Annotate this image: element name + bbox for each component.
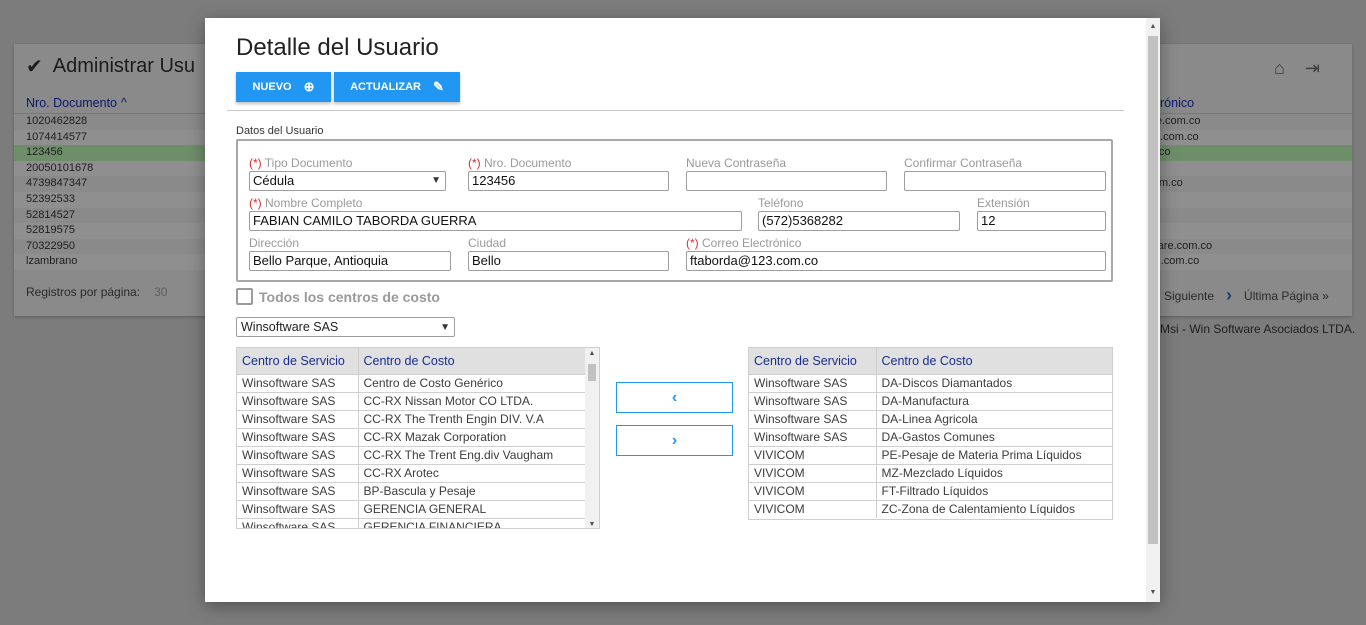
home-icon[interactable]: ⌂ <box>1274 58 1285 79</box>
table-row[interactable]: Winsoftware SAS CC-RX Nissan Motor CO LTD… <box>237 391 588 410</box>
doc-type-select[interactable]: Cédula ▼ <box>249 171 446 191</box>
table-row[interactable]: VIVICOM PE-Pesaje de Materia Prima Líquid… <box>749 445 1112 464</box>
available-cost-centers-table: Centro de Servicio Centro de Costo Winso… <box>236 347 600 529</box>
section-label-user-data: Datos del Usuario <box>236 125 324 137</box>
table-row[interactable]: Winsoftware SAS CC-RX Mazak Corporation <box>237 427 588 446</box>
last-page-link[interactable]: Última Página » <box>1244 289 1329 303</box>
all-cost-centers-label: Todos los centros de costo <box>259 288 440 305</box>
modal-divider <box>227 110 1124 111</box>
doc-number-label: (*) Nro. Documento <box>468 156 572 170</box>
table-row[interactable]: VIVICOM ZC-Zona de Calentamiento Líquidos <box>749 499 1112 518</box>
chevron-down-icon: ▼ <box>440 321 450 333</box>
scroll-thumb[interactable] <box>588 364 596 381</box>
table-row[interactable]: Winsoftware SAS DA-Manufactura <box>749 391 1112 410</box>
table-row[interactable]: Winsoftware SAS GERENCIA FINANCIERA <box>237 517 588 528</box>
col-header-costo[interactable]: Centro de Costo <box>358 348 588 374</box>
address-label: Dirección <box>249 236 300 250</box>
next-page-link[interactable]: Siguiente <box>1164 289 1214 303</box>
col-header-servicio[interactable]: Centro de Servicio <box>749 348 877 374</box>
assigned-cost-centers-table: Centro de Servicio Centro de Costo Winso… <box>748 347 1113 520</box>
user-data-fieldset: (*) Tipo Documento Cédula ▼ (*) Nro. Docu… <box>236 139 1113 282</box>
table-row[interactable]: Winsoftware SAS CC-RX The Trent Eng.div V… <box>237 445 588 464</box>
background-col-header-correo[interactable]: rónico <box>1160 92 1194 114</box>
background-page-size: Registros por página: 30 <box>26 285 167 299</box>
circle-arrow-icon: ⊕ <box>303 79 315 94</box>
copyright-text: Msi - Win Software Asociados LTDA. <box>1160 322 1356 336</box>
scroll-up-icon[interactable]: ▲ <box>1146 20 1160 34</box>
modal-title: Detalle del Usuario <box>236 34 439 61</box>
exit-icon[interactable]: ⇥ <box>1305 58 1320 79</box>
doc-number-field[interactable]: 123456 <box>468 171 669 191</box>
table-row[interactable]: Winsoftware SAS CC-RX The Trenth Engin DI… <box>237 409 588 428</box>
table-row[interactable]: Winsoftware SAS GERENCIA GENERAL <box>237 499 588 518</box>
scroll-down-icon[interactable]: ▼ <box>585 521 599 528</box>
background-toolbar: ⌂ ⇥ <box>1274 58 1320 79</box>
update-button[interactable]: ACTUALIZAR ✎ <box>334 72 460 102</box>
table-row[interactable]: VIVICOM FT-Filtrado Líquidos <box>749 481 1112 500</box>
double-check-icon: ✔ <box>26 56 43 78</box>
move-left-button[interactable]: ‹ <box>616 382 733 413</box>
new-password-field[interactable] <box>686 171 887 191</box>
table-row[interactable]: Winsoftware SAS DA-Linea Agricola <box>749 409 1112 428</box>
col-header-costo[interactable]: Centro de Costo <box>876 348 1112 374</box>
confirm-password-label: Confirmar Contraseña <box>904 156 1023 170</box>
col-header-servicio[interactable]: Centro de Servicio <box>237 348 359 374</box>
table-row[interactable]: Winsoftware SAS CC-RX Arotec <box>237 463 588 482</box>
extension-field[interactable]: 12 <box>977 211 1106 231</box>
extension-label: Extensión <box>977 196 1030 210</box>
background-col-header-documento[interactable]: Nro. Documento ^ <box>26 92 127 114</box>
all-cost-centers-toggle[interactable]: Todos los centros de costo <box>236 288 440 305</box>
table-row[interactable]: Winsoftware SAS DA-Gastos Comunes <box>749 427 1112 446</box>
background-pagination: Siguiente › Última Página » <box>1164 285 1329 306</box>
sort-up-icon: ^ <box>121 96 127 110</box>
company-select[interactable]: Winsoftware SAS ▼ <box>236 317 455 337</box>
confirm-password-field[interactable] <box>904 171 1106 191</box>
address-field[interactable]: Bello Parque, Antioquia <box>249 251 451 271</box>
modal-scrollbar[interactable]: ▲ ▼ <box>1146 18 1160 602</box>
update-button-label: ACTUALIZAR <box>350 81 421 93</box>
new-password-label: Nueva Contraseña <box>686 156 787 170</box>
phone-field[interactable]: (572)5368282 <box>758 211 960 231</box>
table-row[interactable]: Winsoftware SAS Centro de Costo Genérico <box>237 373 588 392</box>
chevron-down-icon: ▼ <box>431 175 441 186</box>
scroll-down-icon[interactable]: ▼ <box>1146 586 1160 600</box>
all-cost-centers-checkbox[interactable] <box>236 288 253 305</box>
table-row[interactable]: Winsoftware SAS DA-Discos Diamantados <box>749 373 1112 392</box>
city-field[interactable]: Bello <box>468 251 669 271</box>
chevron-right-icon[interactable]: › <box>1226 285 1232 306</box>
user-detail-modal: Detalle del Usuario NUEVO ⊕ ACTUALIZAR ✎… <box>205 18 1160 602</box>
email-field[interactable]: ftaborda@123.com.co <box>686 251 1106 271</box>
page-size-label: Registros por página: <box>26 285 141 299</box>
city-label: Ciudad <box>468 236 507 250</box>
full-name-label: (*) Nombre Completo <box>249 196 363 210</box>
scroll-thumb[interactable] <box>1148 36 1158 544</box>
phone-label: Teléfono <box>758 196 804 210</box>
background-title-text: Administrar Usu <box>52 55 196 77</box>
table-scrollbar[interactable]: ▲ ▼ <box>585 348 599 528</box>
email-label: (*) Correo Electrónico <box>686 236 802 250</box>
table-row[interactable]: Winsoftware SAS BP-Bascula y Pesaje <box>237 481 588 500</box>
table-row[interactable]: VIVICOM MZ-Mezclado Líquidos <box>749 463 1112 482</box>
full-name-field[interactable]: FABIAN CAMILO TABORDA GUERRA <box>249 211 742 231</box>
doc-type-label: (*) Tipo Documento <box>249 156 353 170</box>
pencil-icon: ✎ <box>432 79 444 94</box>
new-button[interactable]: NUEVO ⊕ <box>236 72 331 102</box>
new-button-label: NUEVO <box>252 81 292 93</box>
scroll-up-icon[interactable]: ▲ <box>585 350 599 357</box>
page-size-select[interactable]: 30 <box>154 285 167 299</box>
background-page-title: ✔ Administrar Usu <box>26 54 195 79</box>
move-right-button[interactable]: › <box>616 425 733 456</box>
